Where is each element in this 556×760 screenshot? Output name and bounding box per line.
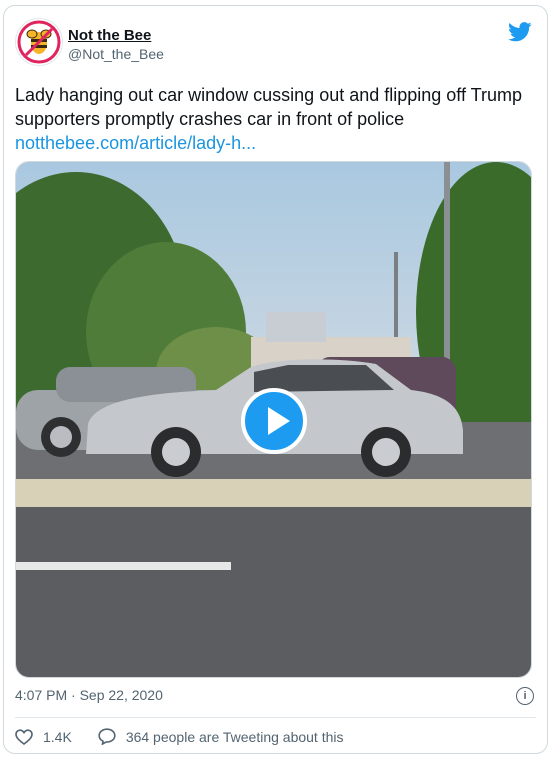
info-icon[interactable]: i: [516, 687, 534, 705]
author-handle[interactable]: @Not_the_Bee: [68, 46, 164, 62]
tweeting-count: 364 people are Tweeting about this: [125, 728, 344, 745]
twitter-bird-icon[interactable]: [508, 22, 532, 42]
like-count: 1.4K: [43, 728, 72, 745]
bee-logo-icon: [17, 20, 61, 64]
play-button[interactable]: [241, 388, 307, 454]
tweet-timestamp[interactable]: 4:07 PM · Sep 22, 2020: [15, 687, 163, 703]
tweet-actions: 1.4K 364 people are Tweeting about this: [15, 728, 370, 745]
tweet-body: Lady hanging out car window cussing out …: [15, 85, 522, 129]
author-name[interactable]: Not the Bee: [68, 27, 151, 44]
author-avatar[interactable]: [15, 18, 63, 66]
divider: [15, 717, 536, 718]
conversation-link[interactable]: 364 people are Tweeting about this: [98, 728, 344, 745]
tweet-text: Lady hanging out car window cussing out …: [15, 83, 535, 155]
video-thumbnail[interactable]: [15, 161, 532, 678]
article-link[interactable]: notthebee.com/article/lady-h...: [15, 131, 535, 155]
heart-icon: [15, 728, 33, 745]
tweet-card: Not the Bee @Not_the_Bee Lady hanging ou…: [3, 5, 548, 754]
reply-bubble-icon: [98, 728, 116, 745]
like-button[interactable]: 1.4K: [15, 729, 72, 745]
